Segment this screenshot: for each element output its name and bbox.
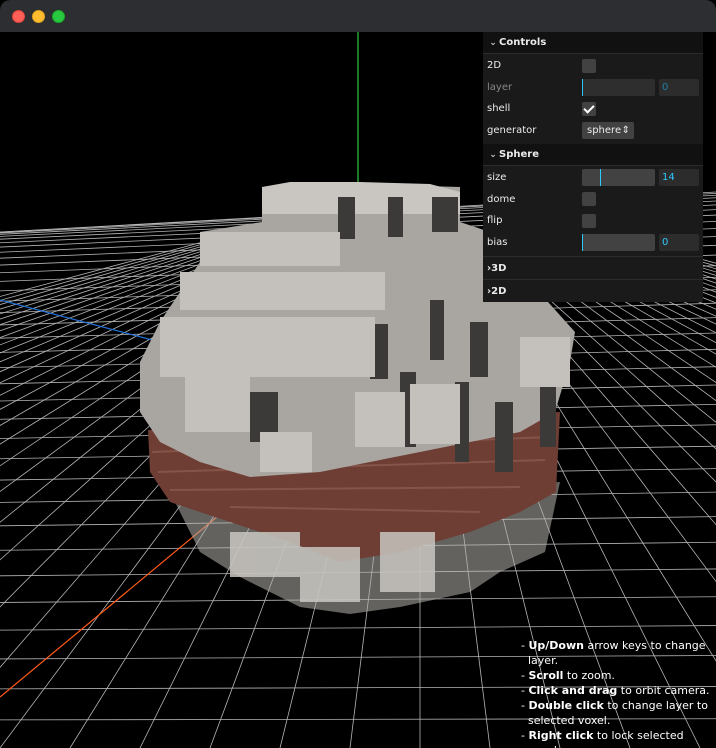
help-key: Scroll (528, 669, 564, 682)
help-item: - Right click to lock selected voxel. (521, 728, 711, 748)
maximize-window-button[interactable] (52, 10, 65, 23)
chevron-down-icon: ⌄ (489, 37, 497, 48)
size-label: size (487, 172, 507, 184)
size-slider[interactable] (582, 169, 655, 187)
bias-label: bias (487, 236, 508, 248)
minimize-window-button[interactable] (32, 10, 45, 23)
help-item: - Up/Down arrow keys to change layer. (521, 639, 706, 667)
generator-row: generator sphere ⇕ (483, 120, 703, 142)
title-bar (0, 0, 716, 32)
folder-3d-header[interactable]: › 3D (483, 256, 703, 279)
dome-label: dome (487, 193, 516, 205)
layer-label: layer (487, 81, 513, 93)
flip-label: flip (487, 215, 503, 227)
layer-slider[interactable] (582, 78, 655, 96)
folder-2d-header[interactable]: › 2D (483, 279, 703, 302)
shell-label: shell (487, 103, 511, 115)
size-slider-fill (582, 169, 601, 187)
bias-row: bias 0 (483, 232, 703, 254)
mode-2d-checkbox[interactable] (582, 58, 596, 73)
generator-select[interactable]: sphere ⇕ (582, 121, 634, 139)
app-window: ⌄ Controls 2D layer 0 shell generator sp… (0, 0, 716, 748)
help-key: Up/Down (528, 639, 584, 652)
generator-label: generator (487, 124, 537, 136)
controls-folder-header[interactable]: ⌄ Controls (483, 32, 703, 54)
flip-row: flip (483, 210, 703, 232)
layer-slider-fill (582, 78, 583, 96)
bias-slider-fill (582, 233, 583, 251)
help-item: - Scroll to zoom. (521, 669, 615, 682)
mode-2d-row: 2D (483, 55, 703, 77)
folder-3d-title: 3D (491, 262, 507, 274)
grid-line (0, 625, 716, 631)
dome-row: dome (483, 189, 703, 211)
layer-number-field[interactable]: 0 (659, 78, 699, 96)
shell-row: shell (483, 98, 703, 120)
close-window-button[interactable] (12, 10, 25, 23)
bias-number-field[interactable]: 0 (659, 233, 699, 251)
help-text: to zoom. (563, 669, 615, 682)
controls-folder-title: Controls (499, 36, 547, 48)
folder-2d-title: 2D (491, 285, 507, 297)
generator-select-value: sphere (587, 124, 622, 136)
help-key: Click and drag (528, 684, 618, 697)
size-row: size 14 (483, 167, 703, 189)
sphere-folder-header[interactable]: ⌄ Sphere (483, 144, 703, 166)
bias-slider[interactable] (582, 233, 655, 251)
help-text: to orbit camera. (617, 684, 710, 697)
help-item: - Double click to change layer to select… (521, 699, 708, 727)
dome-checkbox[interactable] (582, 192, 596, 207)
help-key: Double click (528, 699, 604, 712)
chevron-down-icon: ⌄ (489, 149, 497, 160)
help-instructions: - Up/Down arrow keys to change layer. - … (521, 638, 711, 748)
mode-2d-label: 2D (487, 60, 502, 72)
controls-folder-body: 2D layer 0 shell generator sphere ⇕ (483, 54, 703, 144)
size-number-field[interactable]: 14 (659, 169, 699, 187)
shell-checkbox[interactable] (582, 101, 596, 116)
updown-chevron-icon: ⇕ (621, 124, 630, 136)
help-item: - Click and drag to orbit camera. (521, 684, 710, 697)
sphere-folder-body: size 14 dome flip bias 0 (483, 166, 703, 256)
flip-checkbox[interactable] (582, 213, 596, 228)
layer-row: layer 0 (483, 77, 703, 99)
settings-panel: ⌄ Controls 2D layer 0 shell generator sp… (483, 32, 703, 302)
help-key: Right click (528, 729, 594, 742)
sphere-folder-title: Sphere (499, 148, 539, 160)
